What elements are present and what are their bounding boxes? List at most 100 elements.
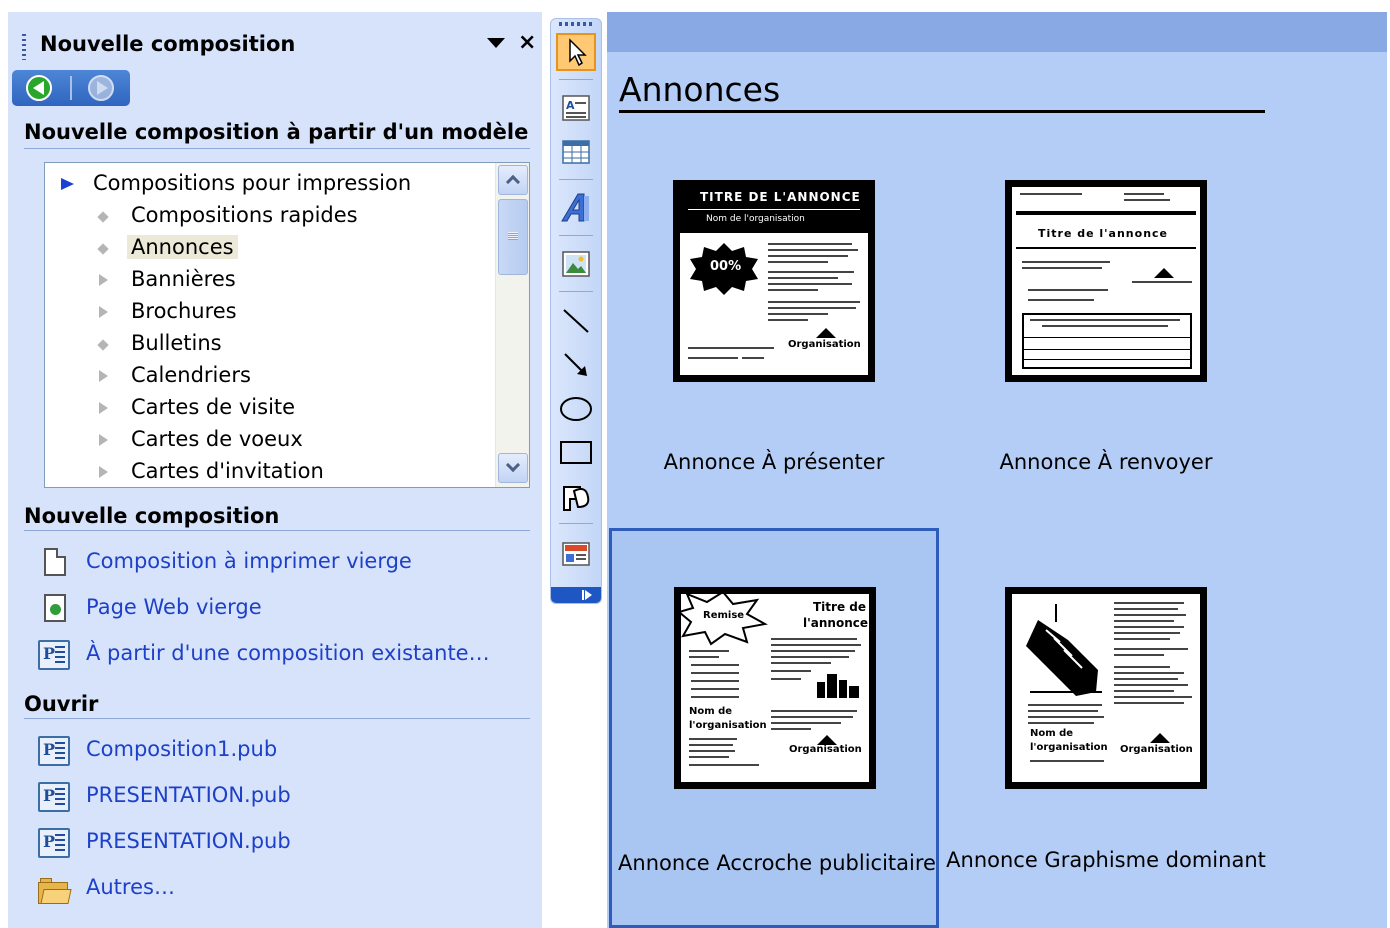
drag-grip-icon[interactable] — [22, 34, 26, 60]
publisher-window: Nouvelle composition × Nouvelle composit… — [0, 0, 1390, 928]
category-list-item[interactable]: Bulletins — [45, 329, 495, 359]
line-icon[interactable] — [556, 301, 596, 339]
expanded-arrow-icon — [61, 178, 74, 190]
autoshapes-icon[interactable] — [556, 477, 596, 515]
forward-icon[interactable] — [88, 75, 114, 101]
scrollbar[interactable] — [495, 163, 529, 487]
category-list-item[interactable]: Calendriers — [45, 361, 495, 391]
thumb-org-name: Nom de — [689, 706, 733, 717]
category-label: Bannières — [131, 267, 236, 291]
template-tile[interactable]: TITRE DE L'ANNONCE Nom de l'organisation… — [609, 130, 939, 530]
close-icon[interactable]: × — [518, 30, 536, 55]
section-divider — [24, 148, 530, 149]
template-tile[interactable]: Remise Titre de l'annonce Nom de l'organ… — [609, 528, 939, 928]
category-list-item[interactable]: Brochures — [45, 297, 495, 327]
toolbar-separator — [559, 291, 593, 292]
template-tile[interactable]: Nom de l'organisation Organisation Annon… — [941, 528, 1271, 928]
gallery-title: Annonces — [619, 70, 781, 109]
link-label: PRESENTATION.pub — [86, 829, 291, 853]
task-pane-menu-icon[interactable] — [487, 38, 505, 48]
category-label: Compositions rapides — [131, 203, 358, 227]
thumb-title: Titre de — [813, 600, 866, 614]
chevron-down-icon — [505, 457, 521, 473]
category-list-item[interactable]: Annonces — [45, 233, 495, 263]
new-composition-link[interactable]: Page Web vierge — [38, 592, 528, 626]
toolbar-separator — [559, 235, 593, 236]
new-composition-link[interactable]: À partir d'une composition existante… — [38, 638, 528, 672]
category-list-item[interactable]: Compositions rapides — [45, 201, 495, 231]
open-file-link[interactable]: PRESENTATION.pub — [38, 826, 528, 860]
thumb-footer: Organisation — [789, 744, 862, 755]
category-list-item[interactable]: Cartes de visite — [45, 393, 495, 423]
template-category-list: Compositions pour impression Compositions… — [44, 162, 530, 488]
text-box-icon[interactable]: A — [556, 89, 596, 127]
svg-text:A: A — [566, 99, 575, 112]
thumb-org-name: l'organisation — [689, 720, 767, 731]
chevron-right-icon — [585, 590, 592, 600]
rectangle-icon[interactable] — [556, 433, 596, 471]
scroll-up-button[interactable] — [498, 165, 528, 195]
toolbar-grip-icon[interactable] — [559, 22, 593, 26]
category-label: Annonces — [127, 235, 238, 259]
task-pane-navigation — [12, 70, 130, 106]
new-composition-link[interactable]: Composition à imprimer vierge — [38, 546, 528, 580]
link-label: Page Web vierge — [86, 595, 262, 619]
thumb-title: l'annonce — [803, 616, 869, 630]
collapsed-arrow-icon — [99, 466, 108, 478]
publisher-file-icon — [38, 828, 70, 858]
category-label: Cartes de visite — [131, 395, 296, 419]
template-tile[interactable]: Titre de l'annonce Annonce À renvoyer — [941, 130, 1271, 530]
collapsed-arrow-icon — [99, 434, 108, 446]
link-label: PRESENTATION.pub — [86, 783, 291, 807]
open-file-link[interactable]: PRESENTATION.pub — [38, 780, 528, 814]
collapsed-arrow-icon — [99, 370, 108, 382]
category-label: Compositions pour impression — [93, 171, 412, 195]
category-list-item[interactable]: Cartes de voeux — [45, 425, 495, 455]
oval-icon[interactable] — [556, 389, 596, 427]
task-pane-title: Nouvelle composition — [40, 32, 296, 56]
link-label: Autres… — [86, 875, 175, 899]
category-list-item[interactable]: Cartes d'invitation — [45, 457, 495, 487]
toolbar-options-button[interactable] — [551, 587, 601, 603]
collapsed-arrow-icon — [99, 306, 108, 318]
thumb-burst-text: Remise — [703, 610, 745, 621]
section-divider — [24, 718, 530, 719]
section-heading-open: Ouvrir — [24, 692, 99, 716]
category-label: Calendriers — [131, 363, 251, 387]
gallery-header-bar — [607, 12, 1387, 52]
thumb-title: Titre de l'annonce — [1038, 227, 1169, 240]
gallery-title-rule — [619, 110, 1265, 113]
design-gallery-icon[interactable] — [556, 535, 596, 573]
template-thumbnail: Titre de l'annonce — [1005, 180, 1207, 382]
pointer-tool-icon[interactable] — [556, 33, 596, 71]
thumb-title: TITRE DE L'ANNONCE — [700, 190, 861, 204]
bullet-icon — [97, 211, 109, 223]
section-heading-template: Nouvelle composition à partir d'un modèl… — [24, 120, 529, 144]
thumb-org-name: l'organisation — [1030, 742, 1108, 753]
section-heading-new: Nouvelle composition — [24, 504, 280, 528]
category-list-item[interactable]: Compositions pour impression — [45, 169, 495, 199]
back-icon[interactable] — [26, 75, 52, 101]
link-label: Composition à imprimer vierge — [86, 549, 412, 573]
thumb-footer: Organisation — [1120, 744, 1193, 755]
picture-icon[interactable] — [556, 245, 596, 283]
open-file-link[interactable]: Composition1.pub — [38, 734, 528, 768]
section-divider — [24, 530, 530, 531]
open-file-link[interactable]: Autres… — [38, 872, 528, 906]
blank-document-icon — [44, 548, 66, 576]
arrow-icon[interactable] — [556, 345, 596, 383]
wordart-icon[interactable] — [556, 189, 596, 227]
thumb-footer: Organisation — [788, 339, 861, 350]
thumb-subtitle: Nom de l'organisation — [706, 214, 805, 224]
scroll-down-button[interactable] — [498, 453, 528, 483]
open-folder-icon — [38, 878, 72, 904]
table-icon[interactable] — [556, 133, 596, 171]
template-gallery: Annonces TITRE DE L'ANNONCE Nom de l'org… — [607, 12, 1387, 928]
toolbar-separator — [559, 79, 593, 80]
nav-divider — [70, 76, 72, 100]
category-label: Bulletins — [131, 331, 222, 355]
chevron-up-icon — [505, 174, 521, 190]
template-thumbnail: TITRE DE L'ANNONCE Nom de l'organisation… — [673, 180, 875, 382]
scroll-thumb[interactable] — [498, 199, 528, 275]
category-list-item[interactable]: Bannières — [45, 265, 495, 295]
